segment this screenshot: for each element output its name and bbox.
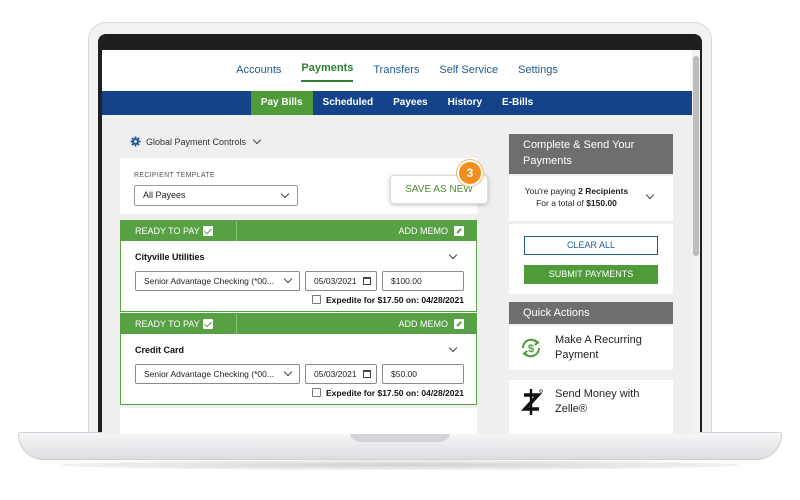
pay-from-account-value: Senior Advantage Checking (*00...	[144, 369, 274, 379]
payment-amount-value: $100.00	[391, 276, 422, 286]
ready-to-pay-checkbox[interactable]	[203, 226, 213, 236]
payment-card-credit-card: READY TO PAY ADD MEMO Credit Card Senior…	[120, 313, 477, 405]
gear-icon	[130, 136, 141, 147]
recipient-template-select[interactable]: All Payees	[134, 185, 298, 206]
svg-text:$: $	[528, 343, 534, 355]
nav-settings[interactable]: Settings	[518, 58, 558, 82]
tab-e-bills[interactable]: E-Bills	[492, 91, 543, 115]
chevron-down-icon	[252, 135, 262, 144]
main-nav: Accounts Payments Transfers Self Service…	[102, 58, 692, 82]
payment-card-cityville: READY TO PAY ADD MEMO Cityville Utilitie…	[120, 220, 477, 312]
tab-pay-bills[interactable]: Pay Bills	[250, 91, 313, 115]
quick-action-label: Make A Recurring Payment	[555, 334, 642, 361]
recipient-template-card: RECIPIENT TEMPLATE All Payees SAVE AS NE…	[120, 158, 488, 214]
quick-action-recurring[interactable]: $ Make A Recurring Payment	[509, 326, 673, 370]
quick-action-label: Send Money with Zelle®	[555, 388, 640, 415]
global-payment-controls-label: Global Payment Controls	[146, 136, 247, 147]
ready-to-pay-label: READY TO PAY	[135, 319, 200, 329]
recurring-dollar-icon: $	[521, 338, 541, 358]
header-divider	[236, 221, 237, 241]
summary-title: Complete & Send Your Payments	[509, 134, 673, 174]
chevron-down-icon[interactable]	[448, 343, 458, 353]
chevron-down-icon[interactable]	[645, 190, 655, 200]
payee-name: Credit Card	[135, 345, 185, 355]
payment-date-field[interactable]: 05/03/2021	[305, 364, 377, 384]
ready-to-pay-label: READY TO PAY	[135, 226, 200, 236]
pay-from-account-select[interactable]: Senior Advantage Checking (*00...	[135, 364, 300, 384]
tab-history[interactable]: History	[438, 91, 492, 115]
payment-date-field[interactable]: 05/03/2021	[305, 271, 377, 291]
edit-memo-icon[interactable]	[454, 319, 464, 329]
payment-date-value: 05/03/2021	[314, 276, 357, 286]
payment-amount-field[interactable]: $100.00	[382, 271, 464, 291]
expedite-label: Expedite for $17.50 on: 04/28/2021	[326, 295, 464, 305]
edit-memo-icon[interactable]	[454, 226, 464, 236]
app-screen: Accounts Payments Transfers Self Service…	[102, 50, 700, 434]
header-divider	[236, 314, 237, 334]
payment-date-value: 05/03/2021	[314, 369, 357, 379]
chevron-down-icon	[280, 189, 290, 199]
payment-card-header: READY TO PAY ADD MEMO	[121, 221, 476, 241]
ready-to-pay-checkbox[interactable]	[203, 319, 213, 329]
step-callout-badge: 3	[457, 160, 483, 186]
add-memo-button[interactable]: ADD MEMO	[399, 314, 449, 334]
submit-payments-button[interactable]: SUBMIT PAYMENTS	[524, 265, 658, 284]
scrollbar-thumb[interactable]	[693, 56, 699, 256]
quick-action-zelle[interactable]: Send Money with Zelle®	[509, 380, 673, 434]
zelle-logo-icon	[521, 389, 543, 415]
next-payment-card	[120, 408, 477, 434]
total-line: For a total of $150.00	[536, 198, 617, 208]
add-memo-button[interactable]: ADD MEMO	[399, 221, 449, 241]
chevron-down-icon	[283, 274, 293, 284]
paying-line: You're paying 2 Recipients	[524, 186, 629, 196]
laptop-mockup: Accounts Payments Transfers Self Service…	[0, 0, 800, 500]
nav-payments[interactable]: Payments	[301, 58, 354, 82]
clear-all-button[interactable]: CLEAR ALL	[524, 236, 658, 255]
laptop-shadow	[60, 460, 740, 470]
sub-nav: Pay Bills Scheduled Payees History E-Bil…	[102, 91, 692, 115]
tab-scheduled[interactable]: Scheduled	[313, 91, 384, 115]
expedite-checkbox[interactable]	[312, 388, 321, 397]
pay-from-account-select[interactable]: Senior Advantage Checking (*00...	[135, 271, 300, 291]
tab-payees[interactable]: Payees	[383, 91, 437, 115]
payment-amount-value: $50.00	[391, 369, 417, 379]
quick-actions-title: Quick Actions	[509, 302, 673, 324]
nav-self-service[interactable]: Self Service	[439, 58, 498, 82]
calendar-icon[interactable]	[363, 277, 371, 285]
payment-amount-field[interactable]: $50.00	[382, 364, 464, 384]
global-payment-controls[interactable]: Global Payment Controls	[130, 135, 262, 147]
recipient-template-label: RECIPIENT TEMPLATE	[134, 172, 215, 179]
recipient-template-value: All Payees	[143, 190, 186, 200]
expedite-checkbox[interactable]	[312, 295, 321, 304]
nav-transfers[interactable]: Transfers	[373, 58, 419, 82]
pay-from-account-value: Senior Advantage Checking (*00...	[144, 276, 274, 286]
chevron-down-icon	[283, 367, 293, 377]
actions-card: CLEAR ALL SUBMIT PAYMENTS	[509, 224, 673, 294]
payment-card-header: READY TO PAY ADD MEMO	[121, 314, 476, 334]
payee-name: Cityville Utilities	[135, 252, 205, 262]
expedite-label: Expedite for $17.50 on: 04/28/2021	[326, 388, 464, 398]
nav-accounts[interactable]: Accounts	[236, 58, 281, 82]
chevron-down-icon[interactable]	[448, 250, 458, 260]
calendar-icon[interactable]	[363, 370, 371, 378]
summary-card[interactable]: You're paying 2 Recipients For a total o…	[509, 176, 673, 221]
summary-text: You're paying 2 Recipients For a total o…	[509, 185, 644, 209]
